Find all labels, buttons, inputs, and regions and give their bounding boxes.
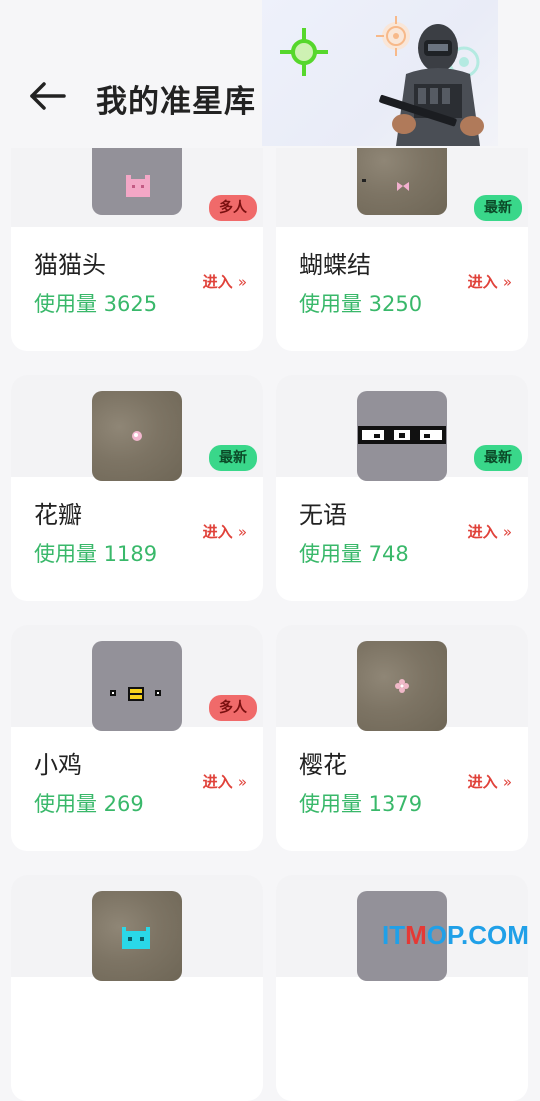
crosshair-name: 蝴蝶结: [299, 251, 371, 279]
crosshair-card[interactable]: 最新 花瓣 使用量 1189 进入 »: [11, 375, 263, 601]
usage-count: 使用量 1379: [299, 792, 423, 816]
crosshair-card[interactable]: 多人 小鸡 使用量 269 进入 »: [11, 625, 263, 851]
chevron-right-icon: »: [237, 773, 247, 791]
chevron-right-icon: »: [502, 273, 512, 291]
new-badge: 最新: [209, 445, 257, 471]
usage-count: 使用量 1189: [34, 542, 158, 566]
petal-crosshair-icon: [132, 431, 142, 441]
soldier-illustration: [379, 24, 484, 146]
watermark-prefix: IT: [382, 920, 406, 950]
usage-count: 使用量 748: [299, 542, 409, 566]
enter-label: 进入: [467, 773, 498, 791]
crosshair-name: 花瓣: [34, 501, 82, 529]
crosshair-name: 樱花: [299, 751, 347, 779]
new-badge: 最新: [474, 195, 522, 221]
crosshair-preview: [92, 891, 182, 981]
enter-label: 进入: [202, 773, 233, 791]
sakura-crosshair-icon: [395, 679, 409, 693]
green-crosshair-icon: [280, 28, 328, 76]
chevron-right-icon: »: [502, 773, 512, 791]
enter-label: 进入: [202, 273, 233, 291]
crosshair-preview: [92, 641, 182, 731]
crosshair-card[interactable]: 最新 无语 使用量 748 进入 »: [276, 375, 528, 601]
chick-crosshair-icon: [110, 687, 161, 701]
enter-button[interactable]: 进入 »: [468, 271, 512, 292]
crosshair-card[interactable]: [11, 875, 263, 1101]
crosshair-card[interactable]: [276, 875, 528, 1101]
speechless-crosshair-icon: [358, 426, 446, 444]
multiplayer-badge: 多人: [209, 195, 257, 221]
enter-label: 进入: [467, 273, 498, 291]
chevron-right-icon: »: [502, 523, 512, 541]
enter-button[interactable]: 进入 »: [203, 771, 247, 792]
crosshair-preview: [357, 641, 447, 731]
usage-count: 使用量 3250: [299, 292, 423, 316]
chevron-right-icon: »: [237, 523, 247, 541]
watermark-highlight: M: [405, 920, 427, 950]
multiplayer-badge: 多人: [209, 695, 257, 721]
page-title: 我的准星库: [96, 84, 256, 120]
crosshair-card[interactable]: 樱花 使用量 1379 进入 »: [276, 625, 528, 851]
enter-button[interactable]: 进入 »: [203, 271, 247, 292]
page-header: 我的准星库: [0, 0, 540, 148]
enter-label: 进入: [202, 523, 233, 541]
crosshair-name: 无语: [299, 501, 347, 529]
chevron-right-icon: »: [237, 273, 247, 291]
enter-button[interactable]: 进入 »: [468, 771, 512, 792]
usage-count: 使用量 269: [34, 792, 144, 816]
watermark-suffix: OP.COM: [426, 920, 529, 950]
watermark-logo: ITMOP.COM: [382, 920, 529, 951]
crosshair-name: 小鸡: [34, 751, 82, 779]
back-arrow-icon[interactable]: [26, 74, 70, 118]
enter-label: 进入: [467, 523, 498, 541]
crosshair-preview: [92, 391, 182, 481]
cyan-face-crosshair-icon: [122, 927, 150, 949]
crosshair-name: 猫猫头: [34, 251, 106, 279]
enter-button[interactable]: 进入 »: [203, 521, 247, 542]
new-badge: 最新: [474, 445, 522, 471]
crosshair-card[interactable]: 多人 猫猫头 使用量 3625 进入 »: [11, 125, 263, 351]
crosshair-preview: [357, 391, 447, 481]
usage-count: 使用量 3625: [34, 292, 158, 316]
crosshair-card[interactable]: 最新 蝴蝶结 使用量 3250 进入 »: [276, 125, 528, 351]
enter-button[interactable]: 进入 »: [468, 521, 512, 542]
